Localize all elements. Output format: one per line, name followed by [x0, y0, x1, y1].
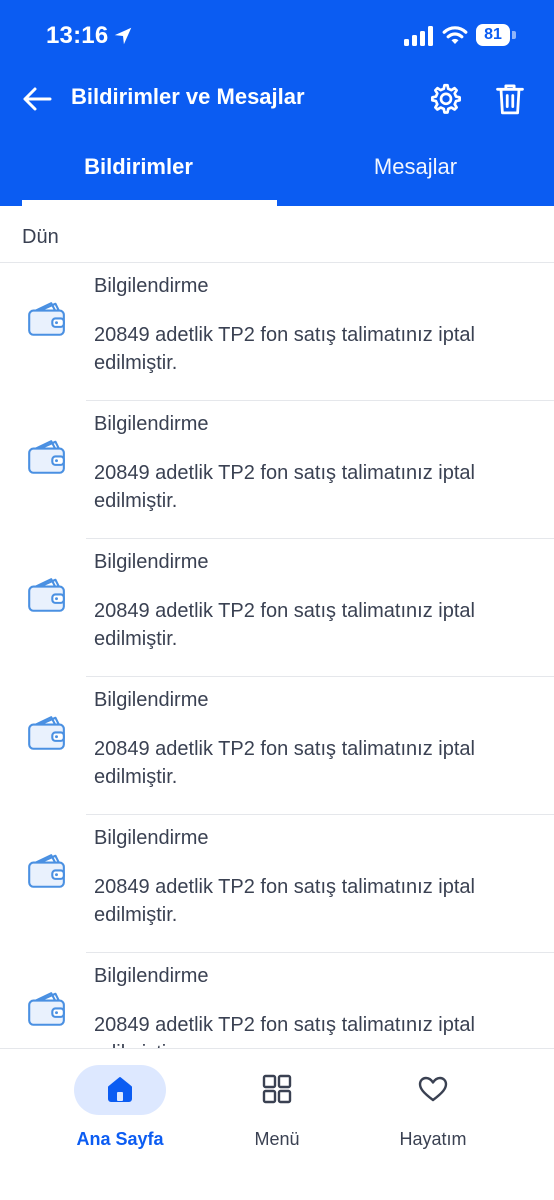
heart-icon: [418, 1076, 448, 1102]
notification-item[interactable]: Bilgilendirme 20849 adetlik TP2 fon satı…: [0, 953, 554, 1048]
notification-message: 20849 adetlik TP2 fon satış talimatınız …: [94, 462, 475, 512]
wallet-icon: [28, 854, 65, 888]
tab-bildirimler[interactable]: Bildirimler: [0, 154, 277, 180]
notification-item[interactable]: Bilgilendirme 20849 adetlik TP2 fon satı…: [0, 401, 554, 539]
wifi-icon: [442, 26, 468, 44]
back-arrow-icon[interactable]: [20, 82, 54, 116]
notification-title: Bilgilendirme: [94, 275, 209, 297]
notification-title: Bilgilendirme: [94, 413, 209, 435]
notification-message: 20849 adetlik TP2 fon satış talimatınız …: [94, 738, 475, 788]
tab-mesajlar[interactable]: Mesajlar: [277, 154, 554, 180]
signal-icon: [404, 26, 433, 46]
battery-cap: [512, 31, 516, 39]
grid-icon: [262, 1074, 292, 1104]
app-header: 13:16 81 Bildirimler ve Mesajlar Bildiri…: [0, 0, 554, 206]
notification-message: 20849 adetlik TP2 fon satış talimatınız …: [94, 600, 475, 650]
notification-item[interactable]: Bilgilendirme 20849 adetlik TP2 fon satı…: [0, 815, 554, 953]
nav-menu[interactable]: Menü: [197, 1049, 357, 1159]
trash-icon[interactable]: [493, 81, 527, 117]
wallet-icon: [28, 992, 65, 1026]
location-arrow-icon: [114, 27, 132, 45]
wallet-icon: [28, 716, 65, 750]
section-label: Dün: [22, 226, 59, 248]
battery-level: 81: [476, 24, 510, 46]
wallet-icon: [28, 440, 65, 474]
notification-message: 20849 adetlik TP2 fon satış talimatınız …: [94, 324, 475, 374]
battery-icon: 81: [476, 24, 518, 48]
notification-item[interactable]: Bilgilendirme 20849 adetlik TP2 fon satı…: [0, 539, 554, 677]
notification-item[interactable]: Bilgilendirme 20849 adetlik TP2 fon satı…: [0, 677, 554, 815]
gear-icon[interactable]: [428, 81, 464, 117]
bottom-nav: Ana Sayfa Menü Hayatım: [0, 1048, 554, 1200]
notification-title: Bilgilendirme: [94, 551, 209, 573]
notification-title: Bilgilendirme: [94, 689, 209, 711]
wallet-icon: [28, 302, 65, 336]
notification-title: Bilgilendirme: [94, 965, 209, 987]
wallet-icon: [28, 578, 65, 612]
nav-hayatim-label: Hayatım: [399, 1129, 467, 1149]
section-header: Dün: [0, 206, 554, 263]
notification-message: 20849 adetlik TP2 fon satış talimatınız …: [94, 876, 475, 926]
status-time: 13:16: [46, 22, 109, 49]
notification-item[interactable]: Bilgilendirme 20849 adetlik TP2 fon satı…: [0, 263, 554, 401]
home-icon: [108, 1077, 132, 1102]
nav-home-label: Ana Sayfa: [76, 1129, 164, 1149]
nav-hayatim[interactable]: Hayatım: [353, 1049, 513, 1159]
status-bar: 13:16 81: [0, 0, 554, 74]
notification-list: Bilgilendirme 20849 adetlik TP2 fon satı…: [0, 263, 554, 1048]
nav-home[interactable]: Ana Sayfa: [40, 1049, 200, 1159]
nav-menu-label: Menü: [254, 1129, 300, 1149]
page-title: Bildirimler ve Mesajlar: [71, 84, 305, 109]
notification-title: Bilgilendirme: [94, 827, 209, 849]
notification-message: 20849 adetlik TP2 fon satış talimatınız …: [94, 1014, 475, 1048]
